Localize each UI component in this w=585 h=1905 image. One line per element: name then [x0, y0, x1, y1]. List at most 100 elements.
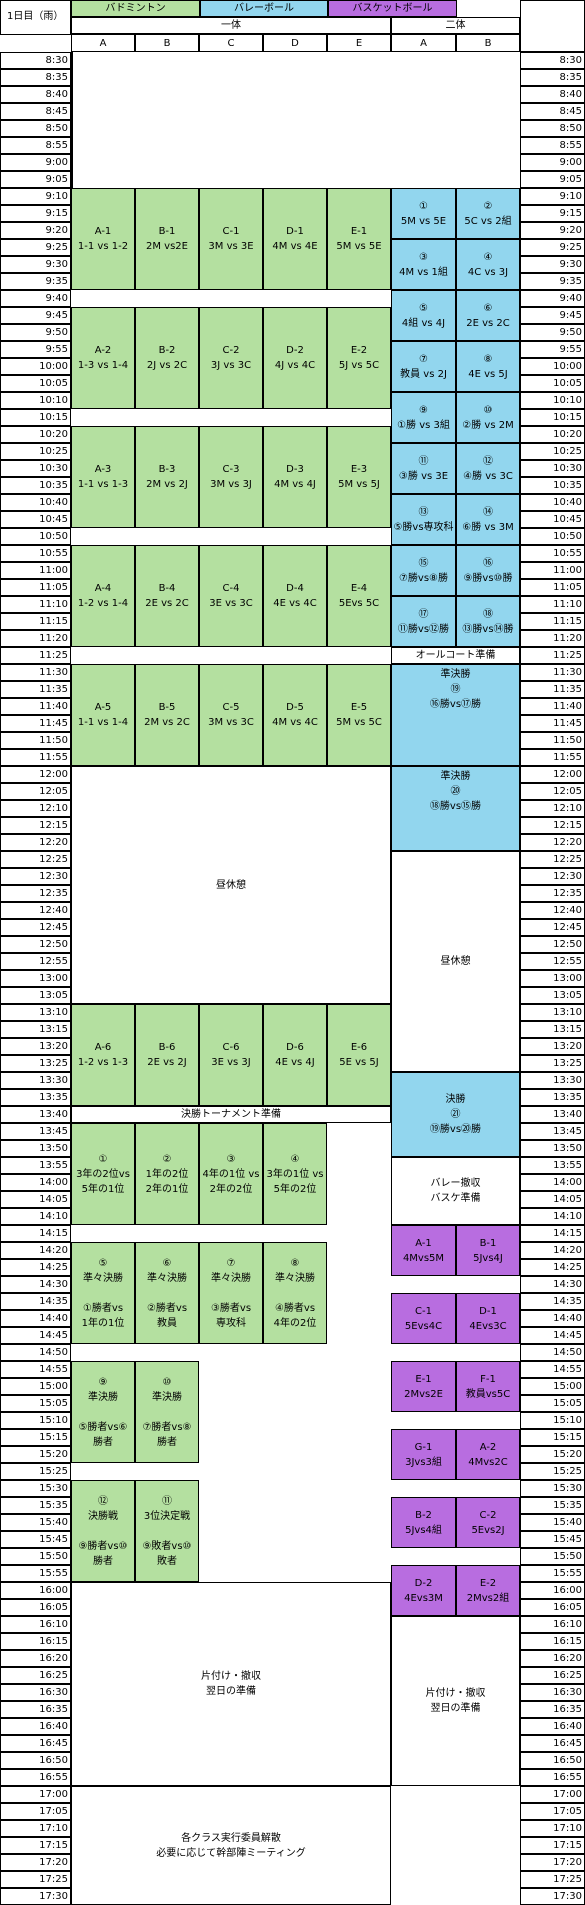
schedule-block-vb-19: 準決勝 ⑲ ⑯勝vs⑰勝	[391, 664, 520, 766]
schedule-block-lunch-nitai: 昼休憩	[391, 851, 520, 1072]
time-label-right: 14:30	[520, 1276, 585, 1293]
time-label-left: 12:15	[0, 817, 71, 834]
time-label-left: 9:45	[0, 307, 71, 324]
time-label-right: 11:35	[520, 681, 585, 698]
time-label-right: 10:35	[520, 477, 585, 494]
schedule-block-bd-1: ① 3年の2位vs 5年の1位	[71, 1123, 135, 1225]
schedule-block-bd-10: ⑩ 準決勝 ⑦勝者vs⑧ 勝者	[135, 1361, 199, 1463]
time-label-left: 16:40	[0, 1718, 71, 1735]
time-label-left: 10:20	[0, 426, 71, 443]
schedule-block-bk-A-1: A-1 4Mvs5M	[391, 1225, 456, 1276]
time-label-left: 9:40	[0, 290, 71, 307]
time-label-left: 13:25	[0, 1055, 71, 1072]
schedule-block-vb-21: 決勝 ㉑ ⑲勝vs⑳勝	[391, 1072, 520, 1157]
time-label-right: 13:40	[520, 1106, 585, 1123]
schedule-block-vb-17: ⑰ ⑪勝vs⑫勝	[391, 596, 456, 647]
court-header-c-2: C	[199, 34, 263, 52]
schedule-block-bk-B-2: B-2 5Jvs4組	[391, 1497, 456, 1548]
time-label-right: 17:20	[520, 1854, 585, 1871]
schedule-block-vb-15: ⑮ ⑦勝vs⑧勝	[391, 545, 456, 596]
time-label-right: 14:10	[520, 1208, 585, 1225]
time-label-left: 9:20	[0, 222, 71, 239]
time-label-right: 17:10	[520, 1820, 585, 1837]
time-label-right: 8:30	[520, 52, 585, 69]
time-label-right: 14:55	[520, 1361, 585, 1378]
schedule-block-bk-C-2: C-2 5Evs2J	[456, 1497, 520, 1548]
schedule-block-C-3: C-3 3M vs 3J	[199, 426, 263, 528]
time-label-left: 15:00	[0, 1378, 71, 1395]
court-header-a-5: A	[391, 34, 456, 52]
time-label-right: 16:50	[520, 1752, 585, 1769]
time-label-left: 10:30	[0, 460, 71, 477]
schedule-block-vb-14: ⑭ ⑥勝 vs 3M	[456, 494, 520, 545]
schedule-block-E-4: E-4 5Evs 5C	[327, 545, 391, 647]
time-label-right: 16:45	[520, 1735, 585, 1752]
time-label-left: 17:00	[0, 1786, 71, 1803]
schedule-block-opening: 開会式（放送）	[71, 120, 73, 154]
schedule-block-transition: バレー撤収 バスケ準備	[391, 1157, 520, 1225]
schedule-block-bd-11: ⑪ 3位決定戦 ⑨敗者vs⑩ 敗者	[135, 1480, 199, 1582]
schedule-block-bk-G-1: G-1 3Jvs3組	[391, 1429, 456, 1480]
time-label-left: 13:40	[0, 1106, 71, 1123]
time-label-left: 9:50	[0, 324, 71, 341]
time-label-right: 11:00	[520, 562, 585, 579]
time-label-right: 16:35	[520, 1701, 585, 1718]
time-label-right: 8:35	[520, 69, 585, 86]
schedule-block-bk-F-1: F-1 教員vs5C	[456, 1361, 520, 1412]
schedule-block-B-5: B-5 2M vs 2C	[135, 664, 199, 766]
schedule-block-A-4: A-4 1-2 vs 1-4	[71, 545, 135, 647]
schedule-block-vb-7: ⑦ 教員 vs 2J	[391, 341, 456, 392]
court-header-b-1: B	[135, 34, 199, 52]
time-label-left: 11:50	[0, 732, 71, 749]
schedule-block-bk-B-1: B-1 5Jvs4J	[456, 1225, 520, 1276]
time-label-right: 10:55	[520, 545, 585, 562]
time-label-right: 13:05	[520, 987, 585, 1004]
schedule-block-C-4: C-4 3E vs 3C	[199, 545, 263, 647]
schedule-block-bk-A-2: A-2 4Mvs2C	[456, 1429, 520, 1480]
time-label-left: 9:10	[0, 188, 71, 205]
time-label-left: 13:00	[0, 970, 71, 987]
time-label-right: 16:00	[520, 1582, 585, 1599]
time-label-right: 9:15	[520, 205, 585, 222]
time-label-left: 13:05	[0, 987, 71, 1004]
time-label-right: 9:10	[520, 188, 585, 205]
time-label-right: 9:50	[520, 324, 585, 341]
schedule-block-C-5: C-5 3M vs 3C	[199, 664, 263, 766]
time-label-right: 8:50	[520, 120, 585, 137]
time-label-right: 12:15	[520, 817, 585, 834]
time-label-left: 10:10	[0, 392, 71, 409]
time-label-left: 12:10	[0, 800, 71, 817]
time-label-left: 17:25	[0, 1871, 71, 1888]
schedule-block-bd-6: ⑥ 準々決勝 ②勝者vs 教員	[135, 1242, 199, 1344]
time-label-left: 10:35	[0, 477, 71, 494]
schedule-block-vb-1: ① 5M vs 5E	[391, 188, 456, 239]
time-label-right: 10:20	[520, 426, 585, 443]
schedule-block-vb-13: ⑬ ⑤勝vs専攻科	[391, 494, 456, 545]
time-label-left: 10:55	[0, 545, 71, 562]
schedule-block-bracket-prep: 決勝トーナメント準備	[71, 1106, 391, 1123]
time-label-right: 17:30	[520, 1888, 585, 1905]
time-label-left: 16:20	[0, 1650, 71, 1667]
schedule-block-B-1: B-1 2M vs2E	[135, 188, 199, 290]
time-label-left: 12:30	[0, 868, 71, 885]
time-label-left: 16:50	[0, 1752, 71, 1769]
time-label-right: 15:35	[520, 1497, 585, 1514]
sport-header-basketball: バスケットボール	[328, 0, 457, 17]
schedule-block-vb-5: ⑤ 4組 vs 4J	[391, 290, 456, 341]
time-label-right: 15:05	[520, 1395, 585, 1412]
schedule-block-bk-E-2: E-2 2Mvs2組	[456, 1565, 520, 1616]
time-label-left: 9:30	[0, 256, 71, 273]
time-label-right: 15:30	[520, 1480, 585, 1497]
schedule-block-bd-8: ⑧ 準々決勝 ④勝者vs 4年の2位	[263, 1242, 327, 1344]
time-label-right: 11:50	[520, 732, 585, 749]
time-label-left: 14:55	[0, 1361, 71, 1378]
time-label-left: 12:20	[0, 834, 71, 851]
time-label-left: 15:25	[0, 1463, 71, 1480]
time-label-left: 9:55	[0, 341, 71, 358]
time-label-right: 14:15	[520, 1225, 585, 1242]
schedule-block-vb-16: ⑯ ⑨勝vs⑩勝	[456, 545, 520, 596]
time-header-right	[520, 0, 585, 52]
schedule-block-vb-6: ⑥ 2E vs 2C	[456, 290, 520, 341]
time-label-left: 9:25	[0, 239, 71, 256]
time-label-left: 16:05	[0, 1599, 71, 1616]
